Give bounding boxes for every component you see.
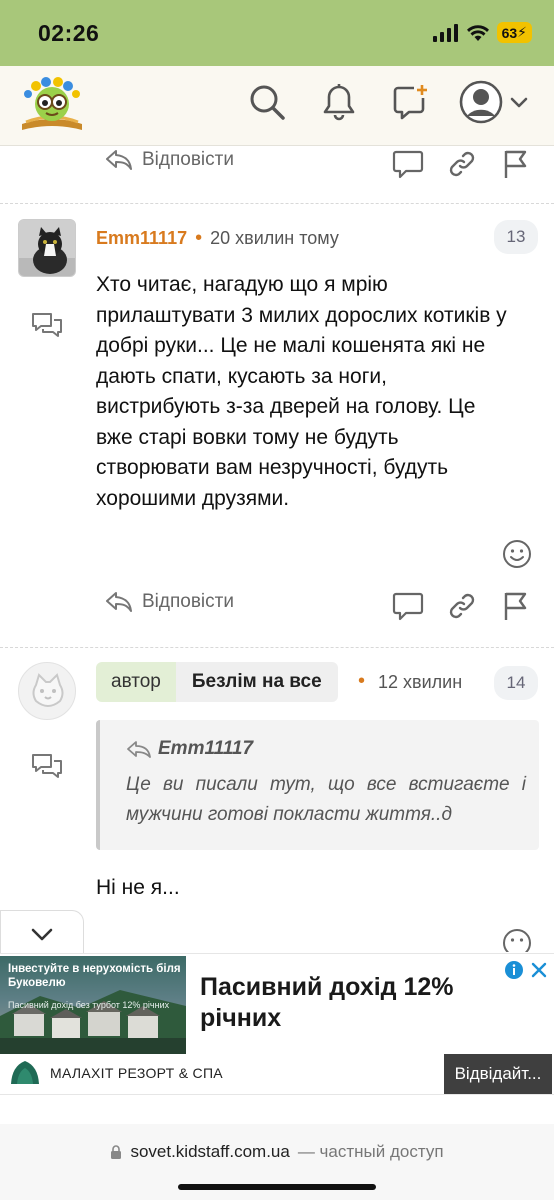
reply-button[interactable]: Відповісти (104, 590, 234, 614)
ad-image-subtitle: Пасивний дохід без турбот 12% річних (8, 1000, 170, 1010)
separator-dot: • (358, 670, 366, 692)
link-icon (449, 151, 475, 177)
flag-icon (504, 150, 527, 178)
ad-headline[interactable]: Пасивний дохід 12% річних (200, 972, 500, 1034)
smiley-icon (503, 540, 531, 568)
avatar[interactable] (18, 662, 76, 720)
link-button[interactable] (445, 590, 479, 622)
comment-header: Emm11117 • 20 хвилин тому (96, 227, 339, 250)
notifications-button[interactable] (317, 80, 361, 124)
reply-arrow-icon (127, 741, 151, 758)
new-topic-button[interactable] (388, 80, 432, 124)
reply-label: Відповісти (142, 149, 234, 170)
report-button[interactable] (498, 148, 532, 180)
signal-icon (432, 23, 458, 42)
status-bar: 02:26 63 ⚡ (0, 0, 554, 66)
charging-icon: ⚡ (517, 24, 527, 40)
comment-bubble-icon (392, 592, 424, 621)
separator-dot: • (195, 227, 203, 249)
default-cat-avatar-icon (32, 673, 64, 707)
lock-icon (111, 1144, 122, 1159)
reply-label: Відповісти (142, 591, 234, 612)
browser-url-bar[interactable]: sovet.kidstaff.com.ua — частный доступ (0, 1124, 554, 1200)
avatar[interactable] (18, 219, 76, 277)
app-header (0, 66, 554, 146)
cat-avatar-image (19, 220, 75, 276)
chevron-down-icon (31, 928, 53, 940)
author-tag: автор (96, 662, 176, 702)
wifi-icon (466, 24, 489, 41)
comment-actions: Відповісти (0, 586, 554, 626)
reply-thread-icon[interactable] (30, 311, 64, 341)
private-access-label: — частный доступ (297, 1142, 444, 1161)
report-button[interactable] (498, 590, 532, 622)
search-icon (250, 85, 285, 120)
ad-info-icon[interactable] (504, 960, 524, 980)
chat-bubbles-icon (32, 754, 62, 778)
quote-author[interactable]: Emm11117 (126, 738, 253, 760)
home-indicator[interactable] (178, 1184, 376, 1190)
ad-footer: МАЛАХІТ РЕЗОРТ & СПА Відвідайт... (0, 1054, 554, 1094)
url-domain: sovet.kidstaff.com.ua (130, 1142, 290, 1161)
comment-button[interactable] (391, 148, 425, 180)
comment-divider (0, 647, 554, 655)
author-tag-group: автор Безлім на все (96, 662, 338, 702)
reaction-button[interactable] (500, 538, 534, 570)
ad-image[interactable]: Інвестуйте в нерухомість біля Буковелю П… (0, 956, 186, 1054)
comment-bubble-icon (392, 150, 424, 179)
link-icon (449, 593, 475, 619)
status-time: 02:26 (38, 20, 100, 46)
reply-icon (106, 592, 132, 612)
smiley-icon[interactable] (500, 926, 534, 952)
comment-text: Ні не я... (96, 876, 180, 899)
link-button[interactable] (445, 148, 479, 180)
reply-button[interactable]: Відповісти (104, 148, 234, 172)
author-name[interactable]: Emm11117 (96, 228, 187, 249)
comment-divider (0, 203, 554, 211)
ad-visit-button[interactable]: Відвідайт... (444, 1054, 552, 1094)
battery-level: 63 (501, 24, 518, 41)
ad-image-title: Інвестуйте в нерухомість біля Буковелю (8, 963, 181, 989)
quote-block: Emm11117 Це ви писали тут, що все встига… (96, 720, 539, 850)
comment-time[interactable]: 12 хвилин (378, 672, 470, 693)
quote-author-name: Emm11117 (158, 738, 254, 759)
author-name[interactable]: Безлім на все (175, 662, 338, 702)
comment-button[interactable] (391, 590, 425, 622)
comment-text: Хто читає, нагадую що я мрію прилаштуват… (96, 273, 507, 510)
quote-text: Це ви писали тут, що все встигаєте і муж… (126, 774, 526, 825)
search-button[interactable] (245, 80, 289, 124)
collapse-ad-button[interactable] (0, 910, 84, 956)
user-avatar-icon (459, 80, 503, 124)
battery-indicator: 63 ⚡ (496, 22, 532, 43)
ad-brand-name: МАЛАХІТ РЕЗОРТ & СПА (50, 1065, 223, 1081)
flag-icon (504, 592, 527, 620)
comment-number-badge[interactable]: 13 (494, 220, 538, 254)
brand-logo-icon (11, 1061, 39, 1084)
comment-number-badge[interactable]: 14 (494, 666, 538, 700)
new-message-icon (393, 85, 427, 120)
url-display[interactable]: sovet.kidstaff.com.ua — частный доступ (0, 1142, 554, 1162)
comments-feed: Відповісти Emm11117 • 20 хвилин тому 13 … (0, 146, 554, 910)
reply-icon (106, 150, 132, 170)
status-icons: 63 ⚡ (432, 22, 532, 43)
ad-controls (504, 960, 548, 980)
reply-thread-icon[interactable] (30, 752, 64, 782)
profile-menu-button[interactable] (456, 80, 532, 124)
comment-time[interactable]: 20 хвилин тому (210, 228, 339, 249)
chevron-down-icon (510, 97, 528, 108)
ad-brand[interactable]: МАЛАХІТ РЕЗОРТ & СПА (8, 1058, 223, 1088)
ad-close-icon[interactable] (530, 961, 548, 979)
comment-actions: Відповісти (0, 146, 554, 184)
ad-banner[interactable]: Інвестуйте в нерухомість біля Буковелю П… (0, 953, 554, 1095)
site-logo[interactable] (16, 74, 88, 134)
bell-icon (323, 84, 355, 121)
chat-bubbles-icon (32, 313, 62, 337)
